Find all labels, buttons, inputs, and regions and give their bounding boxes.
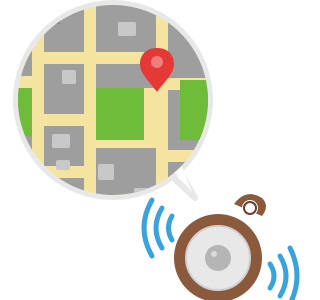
signal-waves-left-icon: [141, 197, 175, 259]
gps-tracker-device: [174, 194, 266, 300]
signal-waves-right-icon: [267, 245, 300, 300]
gps-tracker-illustration: [13, 0, 300, 300]
